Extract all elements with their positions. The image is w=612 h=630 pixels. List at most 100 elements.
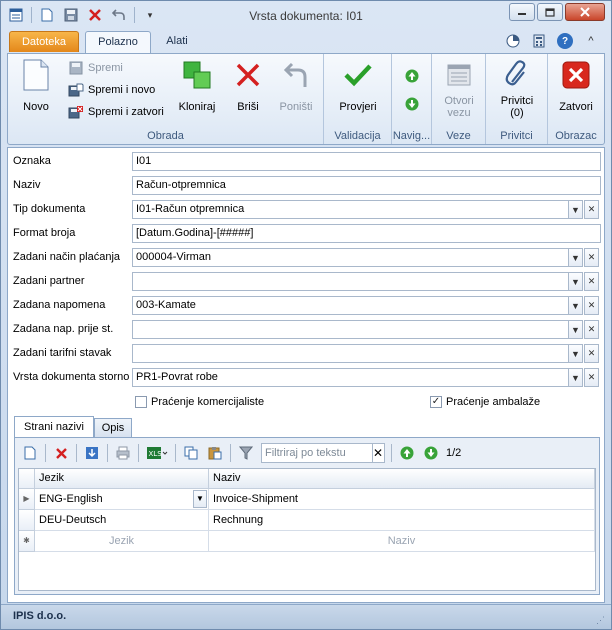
spremi-button[interactable]: Spremi bbox=[68, 60, 123, 76]
window-controls bbox=[509, 3, 605, 21]
ponisti-button[interactable]: Poništi bbox=[272, 58, 320, 113]
pracenje-komercijaliste-checkbox[interactable]: Praćenje komercijaliste bbox=[135, 396, 264, 408]
arrow-down-icon[interactable] bbox=[422, 444, 440, 462]
row-nacin-placanja: Zadani način plaćanja 000004-Virman ▼ ✕ bbox=[8, 246, 606, 268]
excel-export-icon[interactable]: XLS bbox=[145, 444, 169, 462]
provjeri-button[interactable]: Provjeri bbox=[332, 58, 384, 113]
nacin-placanja-dropdown-icon[interactable]: ▼ bbox=[568, 248, 583, 267]
nap-prije-input[interactable] bbox=[132, 320, 569, 339]
arrow-up-icon bbox=[404, 68, 420, 84]
paste-icon[interactable] bbox=[206, 444, 224, 462]
nav-down-button[interactable] bbox=[404, 96, 420, 112]
help-icon[interactable]: ? bbox=[557, 33, 573, 49]
group-obrada: Novo Spremi Spremi i novo Spremi i zatvo… bbox=[8, 54, 324, 144]
tab-alati[interactable]: Alati bbox=[157, 31, 197, 53]
group-label-navig: Navig... bbox=[392, 130, 431, 142]
print-icon[interactable] bbox=[114, 444, 132, 462]
collapse-ribbon-icon[interactable]: ^ bbox=[583, 33, 599, 49]
nacin-placanja-clear-icon[interactable]: ✕ bbox=[584, 248, 599, 267]
partner-clear-icon[interactable]: ✕ bbox=[584, 272, 599, 291]
close-icon bbox=[560, 58, 592, 92]
copy-icon[interactable] bbox=[182, 444, 200, 462]
nav-up-button[interactable] bbox=[404, 68, 420, 84]
otvori-label: Otvori bbox=[444, 95, 474, 107]
kloniraj-label: Kloniraj bbox=[178, 101, 216, 113]
ponisti-label: Poništi bbox=[279, 101, 313, 113]
napomena-input[interactable]: 003-Kamate bbox=[132, 296, 569, 315]
new-row-naziv-cell[interactable]: Naziv bbox=[209, 531, 595, 552]
provjeri-label: Provjeri bbox=[339, 101, 377, 113]
oznaka-input[interactable]: I01 bbox=[132, 152, 601, 171]
tab-opis[interactable]: Opis bbox=[94, 418, 132, 438]
row-nap-prije: Zadana nap. prije st. ▼ ✕ bbox=[8, 318, 606, 340]
new-row-jezik-cell[interactable]: Jezik bbox=[35, 531, 209, 552]
minimize-button[interactable] bbox=[509, 3, 535, 21]
tip-dokumenta-dropdown-icon[interactable]: ▼ bbox=[568, 200, 583, 219]
jezik-cell: ENG-English bbox=[39, 493, 103, 505]
nacin-placanja-input[interactable]: 000004-Virman bbox=[132, 248, 569, 267]
storno-clear-icon[interactable]: ✕ bbox=[584, 368, 599, 387]
new-row-indicator-icon: ✱ bbox=[19, 531, 35, 552]
column-header-jezik[interactable]: Jezik bbox=[35, 469, 209, 489]
naziv-cell[interactable]: Invoice-Shipment bbox=[209, 489, 595, 510]
delete-row-icon[interactable] bbox=[52, 444, 70, 462]
column-header-naziv[interactable]: Naziv bbox=[209, 469, 595, 489]
format-broja-label: Format broja bbox=[13, 227, 76, 239]
pracenje-ambalaze-checkbox[interactable]: ✓ Praćenje ambalaže bbox=[430, 396, 540, 408]
checkmark-icon bbox=[342, 58, 374, 92]
grid-toolbar: XLS Filtriraj po tekstu ✕ 1/2 bbox=[15, 438, 599, 468]
chart-icon[interactable] bbox=[505, 33, 521, 49]
svg-text:XLS: XLS bbox=[149, 450, 163, 458]
tarifni-clear-icon[interactable]: ✕ bbox=[584, 344, 599, 363]
table-row[interactable]: ENG-English ▼ bbox=[35, 489, 209, 510]
title-bar: ▾ Vrsta dokumenta: I01 bbox=[1, 1, 611, 31]
row-tarifni: Zadani tarifni stavak ▼ ✕ bbox=[8, 342, 606, 364]
storno-dropdown-icon[interactable]: ▼ bbox=[568, 368, 583, 387]
tip-dokumenta-input[interactable]: I01-Račun otpremnica bbox=[132, 200, 569, 219]
tip-dokumenta-clear-icon[interactable]: ✕ bbox=[584, 200, 599, 219]
import-icon[interactable] bbox=[83, 444, 101, 462]
partner-input[interactable] bbox=[132, 272, 569, 291]
group-label-validacija: Validacija bbox=[334, 130, 381, 142]
spremi-i-novo-button[interactable]: Spremi i novo bbox=[68, 82, 155, 98]
ribbon-right-icons: ? ^ bbox=[505, 33, 599, 49]
nap-prije-clear-icon[interactable]: ✕ bbox=[584, 320, 599, 339]
jezik-cell[interactable]: DEU-Deutsch bbox=[35, 510, 209, 531]
nap-prije-dropdown-icon[interactable]: ▼ bbox=[568, 320, 583, 339]
spremi-i-zatvori-button[interactable]: Spremi i zatvori bbox=[68, 104, 164, 120]
resize-grip-icon[interactable]: ⋰ bbox=[596, 609, 605, 630]
open-link-icon bbox=[443, 58, 475, 92]
brisi-button[interactable]: Briši bbox=[228, 58, 268, 113]
naziv-input[interactable]: Račun-otpremnica bbox=[132, 176, 601, 195]
partner-dropdown-icon[interactable]: ▼ bbox=[568, 272, 583, 291]
filter-input[interactable]: Filtriraj po tekstu bbox=[261, 443, 373, 463]
naziv-cell[interactable]: Rechnung bbox=[209, 510, 595, 531]
pracenje-komercijaliste-box[interactable] bbox=[135, 396, 147, 408]
tab-strani-nazivi[interactable]: Strani nazivi bbox=[14, 416, 94, 438]
zatvori-button[interactable]: Zatvori bbox=[554, 58, 598, 113]
arrow-down-icon bbox=[404, 96, 420, 112]
filter-clear-icon[interactable]: ✕ bbox=[371, 443, 385, 463]
napomena-clear-icon[interactable]: ✕ bbox=[584, 296, 599, 315]
napomena-dropdown-icon[interactable]: ▼ bbox=[568, 296, 583, 315]
maximize-button[interactable] bbox=[537, 3, 563, 21]
new-row-icon[interactable] bbox=[21, 444, 39, 462]
privitci-button[interactable]: Privitci (0) bbox=[494, 58, 540, 119]
pracenje-ambalaze-box[interactable]: ✓ bbox=[430, 396, 442, 408]
tarifni-dropdown-icon[interactable]: ▼ bbox=[568, 344, 583, 363]
tarifni-input[interactable] bbox=[132, 344, 569, 363]
otvori-vezu-button[interactable]: Otvori vezu bbox=[438, 58, 480, 119]
novo-button[interactable]: Novo bbox=[16, 58, 56, 113]
toolbar-separator bbox=[230, 444, 231, 462]
filter-icon[interactable] bbox=[237, 444, 255, 462]
arrow-up-icon[interactable] bbox=[398, 444, 416, 462]
close-window-button[interactable] bbox=[565, 3, 605, 21]
format-broja-input[interactable]: [Datum.Godina]-[#####] bbox=[132, 224, 601, 243]
storno-input[interactable]: PR1-Povrat robe bbox=[132, 368, 569, 387]
tab-polazno[interactable]: Polazno bbox=[85, 31, 151, 53]
kloniraj-button[interactable]: Kloniraj bbox=[174, 58, 220, 113]
calculator-icon[interactable] bbox=[531, 33, 547, 49]
jezik-dropdown-icon[interactable]: ▼ bbox=[193, 490, 207, 508]
delete-icon bbox=[232, 58, 264, 92]
tab-datoteka[interactable]: Datoteka bbox=[9, 31, 79, 52]
